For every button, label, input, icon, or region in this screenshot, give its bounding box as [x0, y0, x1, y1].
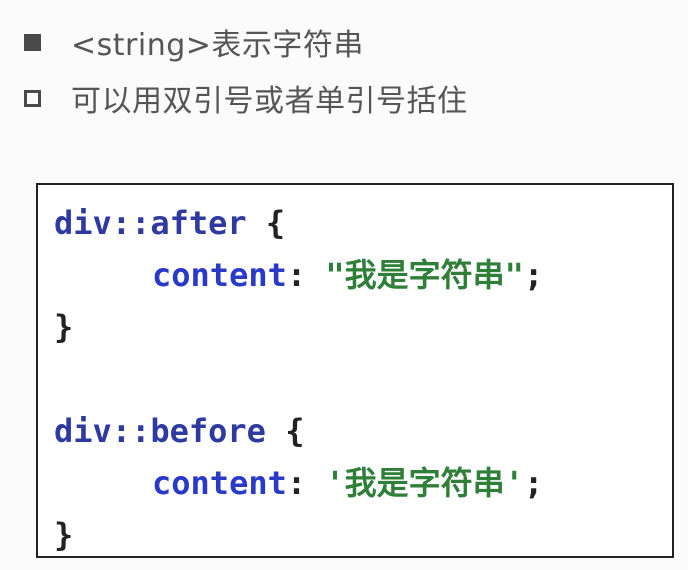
code-line-rule2-close: }	[54, 509, 672, 561]
colon: :	[286, 464, 326, 502]
code-line-rule1-close: }	[54, 301, 672, 353]
string-value-double-quoted: "我是字符串"	[325, 256, 524, 294]
semicolon: ;	[523, 464, 544, 502]
code-line-rule1-open: div::after {	[54, 197, 672, 249]
filled-square-bullet-icon	[24, 33, 41, 51]
code-line-rule2-declaration: content: '我是字符串';	[54, 457, 672, 509]
css-property: content	[152, 256, 287, 294]
code-line-rule2-open: div::before {	[54, 405, 672, 457]
bullet-item-string-type: <string>表示字符串	[24, 20, 364, 64]
bullet-item-quotes: 可以用双引号或者单引号括住	[24, 76, 468, 120]
semicolon: ;	[523, 256, 544, 294]
open-brace: {	[246, 204, 286, 242]
close-brace: }	[54, 516, 74, 554]
code-example-box: div::after { content: "我是字符串"; } div::be…	[36, 183, 674, 558]
code-line-rule1-declaration: content: "我是字符串";	[54, 249, 672, 301]
close-brace: }	[54, 308, 74, 346]
css-selector: div::after	[54, 204, 247, 242]
bullet-text: <string>表示字符串	[71, 28, 364, 63]
open-brace: {	[265, 412, 305, 450]
hollow-square-bullet-icon	[24, 89, 41, 107]
css-property: content	[152, 464, 287, 502]
string-value-single-quoted: '我是字符串'	[325, 464, 524, 502]
css-selector: div::before	[54, 412, 266, 450]
bullet-text: 可以用双引号或者单引号括住	[71, 84, 468, 119]
colon: :	[286, 256, 326, 294]
